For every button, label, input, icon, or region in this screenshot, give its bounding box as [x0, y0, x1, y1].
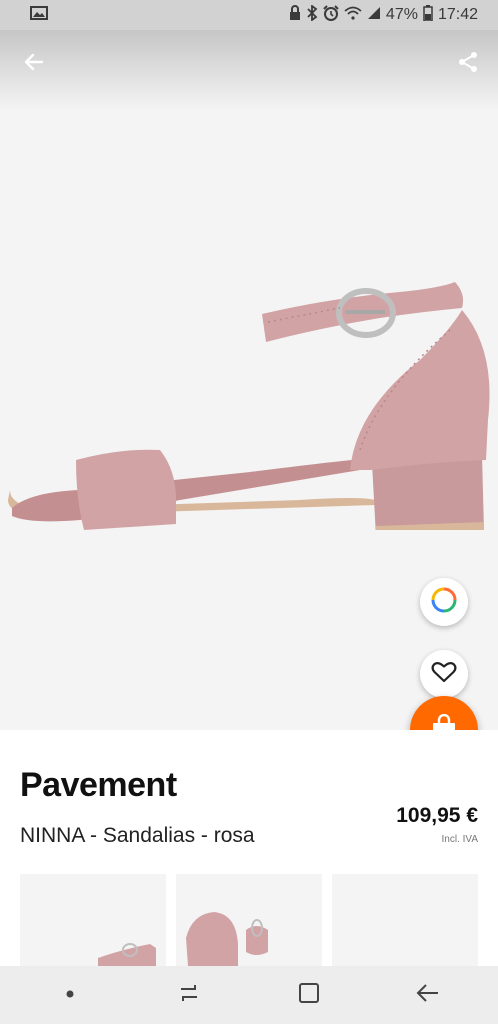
battery-percentage: 47%	[385, 6, 418, 23]
product-name: NINNA - Sandalias - rosa	[20, 824, 255, 847]
product-image	[8, 282, 490, 530]
signal-icon	[367, 6, 381, 25]
status-time: 17:42	[437, 6, 478, 23]
status-bar: 47% 17:42	[0, 0, 498, 30]
thumbnail-image-2	[186, 912, 268, 966]
thumbnail-image-1	[98, 943, 156, 966]
arrow-left-icon	[416, 982, 440, 1009]
dot-icon	[65, 986, 75, 1004]
nav-dot-button[interactable]	[40, 966, 100, 1024]
color-selector-button[interactable]	[420, 578, 468, 626]
home-button[interactable]	[279, 966, 339, 1024]
top-gradient	[0, 30, 498, 110]
brand-name[interactable]: Pavement	[20, 766, 177, 805]
navigation-bar	[0, 966, 498, 1024]
battery-icon	[423, 4, 433, 26]
product-info: Pavement NINNA - Sandalias - rosa 109,95…	[0, 730, 498, 870]
tax-note: Incl. IVA	[441, 834, 479, 845]
wifi-icon	[344, 6, 362, 25]
home-icon	[298, 982, 320, 1009]
bluetooth-icon	[306, 3, 318, 26]
thumbnail-2[interactable]	[176, 874, 322, 966]
share-icon	[456, 50, 480, 79]
arrow-left-icon	[22, 50, 46, 79]
wishlist-button[interactable]	[420, 650, 468, 698]
product-price: 109,95 €	[396, 804, 478, 827]
back-button[interactable]	[14, 44, 54, 84]
recent-apps-icon	[177, 982, 201, 1009]
gallery-icon	[30, 5, 48, 25]
thumbnail-1[interactable]	[20, 874, 166, 966]
alarm-icon	[323, 4, 339, 26]
thumbnail-strip	[20, 874, 498, 966]
heart-icon	[431, 660, 457, 689]
color-wheel-icon	[431, 587, 457, 618]
lock-icon	[289, 4, 301, 26]
share-button[interactable]	[448, 44, 488, 84]
recent-apps-button[interactable]	[159, 966, 219, 1024]
product-gallery[interactable]	[0, 30, 498, 730]
thumbnail-3[interactable]	[332, 874, 478, 966]
system-back-button[interactable]	[398, 966, 458, 1024]
